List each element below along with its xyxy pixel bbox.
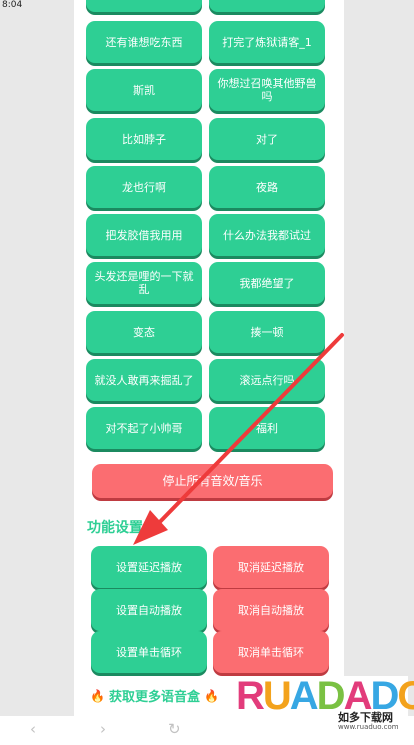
sound-button[interactable]: 比如脖子 — [86, 118, 202, 160]
watermark-url: www.ruaduo.com — [338, 723, 399, 731]
sound-button[interactable]: 揍一顿 — [209, 311, 325, 353]
fire-icon: 🔥 — [90, 688, 105, 703]
sound-button[interactable]: 夜路 — [209, 166, 325, 208]
reload-icon[interactable]: ↻ — [168, 720, 181, 738]
set-click-loop-button[interactable]: 设置单击循环 — [91, 631, 207, 673]
sound-button[interactable]: 什么办法我都试过 — [209, 214, 325, 256]
sound-button[interactable]: 福利 — [209, 407, 325, 449]
sound-button[interactable]: 还有谁想吃东西 — [86, 21, 202, 63]
settings-title: 功能设置 — [87, 520, 143, 536]
sound-button[interactable]: 滚远点行吗 — [209, 359, 325, 401]
sound-button[interactable]: 对不起了小帅哥 — [86, 407, 202, 449]
more-voice-box-link[interactable]: 🔥 获取更多语音盒 🔥 — [90, 686, 219, 706]
sound-button[interactable]: 变态 — [86, 311, 202, 353]
sound-button[interactable] — [86, 0, 202, 12]
set-delay-play-button[interactable]: 设置延迟播放 — [91, 546, 207, 588]
watermark-logo: RUADADO 如多下载网 www.ruaduo.com — [232, 674, 414, 736]
set-auto-play-button[interactable]: 设置自动播放 — [91, 589, 207, 631]
cancel-auto-play-button[interactable]: 取消自动播放 — [213, 589, 329, 631]
fire-icon: 🔥 — [203, 688, 219, 703]
sound-button[interactable]: 头发还是哩的一下就乱 — [86, 262, 202, 304]
sound-button[interactable]: 你想过召唤其他野兽吗 — [209, 69, 325, 111]
sound-button[interactable]: 对了 — [209, 118, 325, 160]
forward-icon[interactable]: › — [100, 720, 106, 738]
sound-button[interactable] — [209, 0, 325, 12]
sound-button[interactable]: 我都绝望了 — [209, 262, 325, 304]
sound-button[interactable]: 龙也行啊 — [86, 166, 202, 208]
stop-all-audio-button[interactable]: 停止所有音效/音乐 — [92, 464, 333, 498]
sound-button[interactable]: 斯凯 — [86, 69, 202, 111]
more-link-label: 获取更多语音盒 — [108, 690, 200, 705]
sound-button[interactable]: 把发胶借我用用 — [86, 214, 202, 256]
back-icon[interactable]: ‹ — [30, 720, 36, 738]
cancel-delay-play-button[interactable]: 取消延迟播放 — [213, 546, 329, 588]
sound-button[interactable]: 打完了炼狱请客_1 — [209, 21, 325, 63]
sound-button[interactable]: 就没人敢再来掘乱了 — [86, 359, 202, 401]
cancel-click-loop-button[interactable]: 取消单击循环 — [213, 631, 329, 673]
